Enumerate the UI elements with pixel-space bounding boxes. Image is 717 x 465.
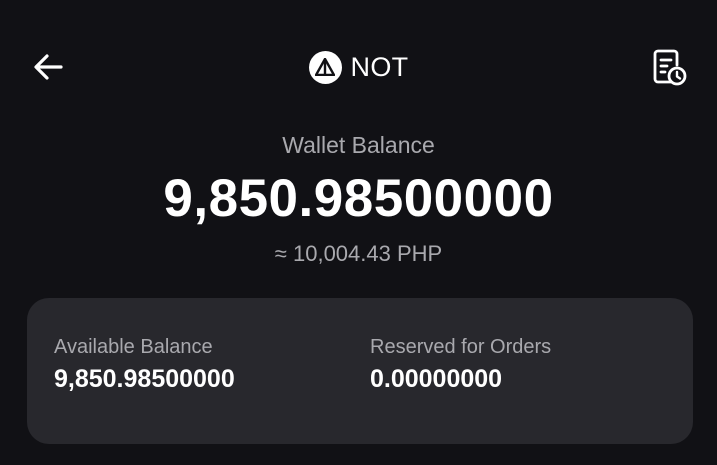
reserved-orders-value: 0.00000000 bbox=[370, 365, 503, 393]
available-balance-section: Available Balance 9,850.98500000 bbox=[54, 336, 235, 394]
available-balance-label: Available Balance bbox=[54, 336, 213, 358]
not-coin-logo-icon bbox=[308, 50, 342, 84]
header-bar: NOT bbox=[0, 34, 717, 100]
wallet-balance-fiat: ≈ 10,004.43 PHP bbox=[274, 241, 443, 266]
wallet-detail-screen: NOT Wallet Balance 9,850.98500000 ≈ 10,0… bbox=[0, 0, 717, 465]
reserved-orders-label: Reserved for Orders bbox=[370, 336, 552, 358]
wallet-balance-label: Wallet Balance bbox=[282, 132, 435, 158]
available-balance-value: 9,850.98500000 bbox=[54, 365, 235, 393]
balance-details-card: Available Balance 9,850.98500000 Reserve… bbox=[27, 298, 693, 444]
receipt-clock-icon bbox=[653, 49, 687, 86]
reserved-orders-section: Reserved for Orders 0.00000000 bbox=[370, 336, 551, 394]
wallet-balance-amount: 9,850.98500000 bbox=[163, 169, 554, 228]
coin-title: NOT bbox=[0, 48, 717, 86]
history-button[interactable] bbox=[647, 46, 691, 90]
coin-name: NOT bbox=[350, 51, 409, 82]
